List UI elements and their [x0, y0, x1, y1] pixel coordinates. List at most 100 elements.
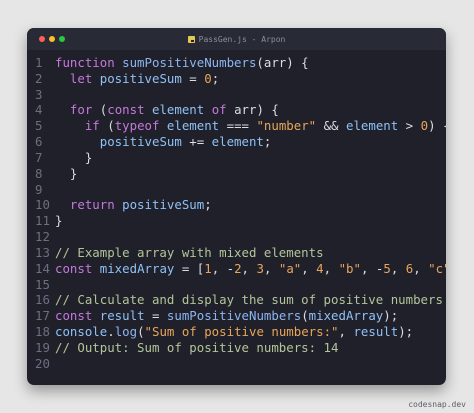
code-line[interactable]: 5 if (typeof element === "number" && ele… — [35, 118, 446, 134]
code-token: = — [181, 70, 205, 86]
code-token: . — [107, 324, 115, 340]
code-line[interactable]: 17 const result = sumPositiveNumbers(mixe… — [35, 308, 440, 324]
line-number: 18 — [35, 324, 50, 340]
line-number: 17 — [35, 308, 50, 324]
code-line[interactable]: 4 for (const element of arr) { — [35, 102, 440, 118]
code-text: } — [55, 166, 77, 182]
code-token: } — [55, 213, 63, 229]
js-file-icon — [187, 35, 195, 43]
code-line[interactable]: 8 } — [35, 166, 440, 182]
code-token: ); — [398, 324, 414, 340]
line-number: 19 — [35, 339, 50, 355]
code-line[interactable]: 19 // Output: Sum of positive numbers: 14 — [35, 340, 440, 356]
code-token: 2 — [234, 260, 242, 276]
line-number: 9 — [35, 181, 43, 197]
code-token: positiveSum — [122, 197, 205, 213]
code-token: mixedArray — [99, 260, 175, 276]
code-token: // Example array with mixed elements — [55, 244, 324, 260]
code-token: positiveSum — [99, 70, 182, 86]
code-token: 3 — [256, 260, 264, 276]
code-token: , — [413, 260, 429, 276]
code-token: console — [55, 324, 108, 340]
window-title: PassGen.js - Arpon — [198, 34, 286, 44]
code-token: } — [55, 149, 93, 165]
code-token: positiveSum — [99, 134, 182, 150]
code-token: , — [263, 260, 279, 276]
code-token: typeof — [114, 118, 167, 134]
code-token: > — [398, 118, 421, 134]
code-token: result — [99, 308, 145, 324]
code-token: result — [353, 324, 399, 340]
code-line[interactable]: 3 — [35, 87, 440, 103]
code-line[interactable]: 13 // Example array with mixed elements — [35, 245, 440, 261]
code-token: sumPositiveNumbers — [166, 308, 302, 324]
code-line[interactable]: 20 — [35, 356, 440, 372]
line-number: 10 — [35, 197, 50, 213]
code-token: const — [55, 308, 100, 324]
code-text: console.log("Sum of positive numbers:", … — [55, 324, 413, 340]
code-token: return — [69, 197, 123, 213]
code-token: 0 — [420, 118, 429, 134]
code-line[interactable]: 6 positiveSum += element; — [35, 134, 440, 150]
code-token: } — [55, 165, 78, 181]
code-token: "a" — [278, 260, 302, 276]
code-token: 1 — [204, 260, 212, 276]
code-window: PassGen.js - Arpon 1 function sumPositive… — [27, 28, 446, 385]
line-number: 14 — [35, 260, 50, 276]
code-text: function sumPositiveNumbers(arr) { — [55, 55, 309, 71]
code-line[interactable]: 16 // Calculate and display the sum of po… — [35, 292, 443, 308]
code-token: 0 — [204, 70, 212, 86]
line-number: 15 — [35, 276, 50, 292]
code-text: for (const element of arr) { — [55, 102, 279, 118]
code-token: , — [301, 260, 317, 276]
code-token: === — [226, 118, 257, 134]
code-text: return positiveSum; — [55, 197, 212, 213]
code-token: mixedArray — [308, 308, 384, 324]
code-token: const — [55, 260, 100, 276]
code-line[interactable]: 11} — [35, 213, 440, 229]
code-token: // Output: Sum of positive numbers: 14 — [55, 339, 339, 355]
line-number: 16 — [35, 292, 50, 308]
code-text: const mixedArray = [1, -2, 3, "a", 4, "b… — [55, 261, 446, 277]
code-token: let — [69, 70, 100, 86]
credit-watermark: codesnap.dev — [408, 400, 466, 409]
line-number: 6 — [35, 134, 43, 150]
code-token: ; — [204, 197, 212, 213]
code-line[interactable]: 15 — [35, 277, 440, 293]
code-token: element — [166, 118, 227, 134]
code-line[interactable]: 12 — [35, 229, 440, 245]
code-line[interactable]: 18 console.log("Sum of positive numbers:"… — [35, 324, 440, 340]
code-token: 5 — [383, 260, 391, 276]
code-token: ; — [211, 70, 220, 86]
code-token: "c" — [428, 260, 446, 276]
code-token: , — [390, 260, 406, 276]
line-number: 7 — [35, 149, 43, 165]
code-token: , - — [360, 260, 384, 276]
code-token: , - — [211, 260, 235, 276]
line-number: 3 — [35, 86, 43, 102]
code-token: log — [114, 324, 138, 340]
window-titlebar: PassGen.js - Arpon — [27, 28, 446, 50]
code-token: "b" — [338, 260, 361, 276]
code-line[interactable]: 9 — [35, 182, 440, 198]
code-token: += — [181, 134, 212, 150]
code-token: && — [316, 118, 346, 134]
code-text: let positiveSum = 0; — [55, 71, 219, 87]
code-token: "Sum of positive numbers:" — [144, 324, 339, 340]
code-line[interactable]: 1 function sumPositiveNumbers(arr) { — [35, 55, 440, 71]
code-token: element — [345, 118, 399, 134]
code-line[interactable]: 7 } — [35, 150, 440, 166]
code-text: } — [55, 213, 62, 229]
code-token: ; — [263, 134, 272, 150]
code-token: ); — [383, 308, 399, 324]
code-token: element — [211, 134, 264, 150]
code-token: arr) { — [234, 102, 279, 118]
code-token: ) { — [428, 118, 446, 134]
code-text: } — [55, 150, 92, 166]
code-token: ( — [301, 308, 309, 324]
code-line[interactable]: 10 return positiveSum; — [35, 197, 440, 213]
code-token: of — [211, 102, 235, 118]
code-line[interactable]: 2 let positiveSum = 0; — [35, 71, 440, 87]
code-line[interactable]: 14 const mixedArray = [1, -2, 3, "a", 4, … — [35, 260, 446, 277]
